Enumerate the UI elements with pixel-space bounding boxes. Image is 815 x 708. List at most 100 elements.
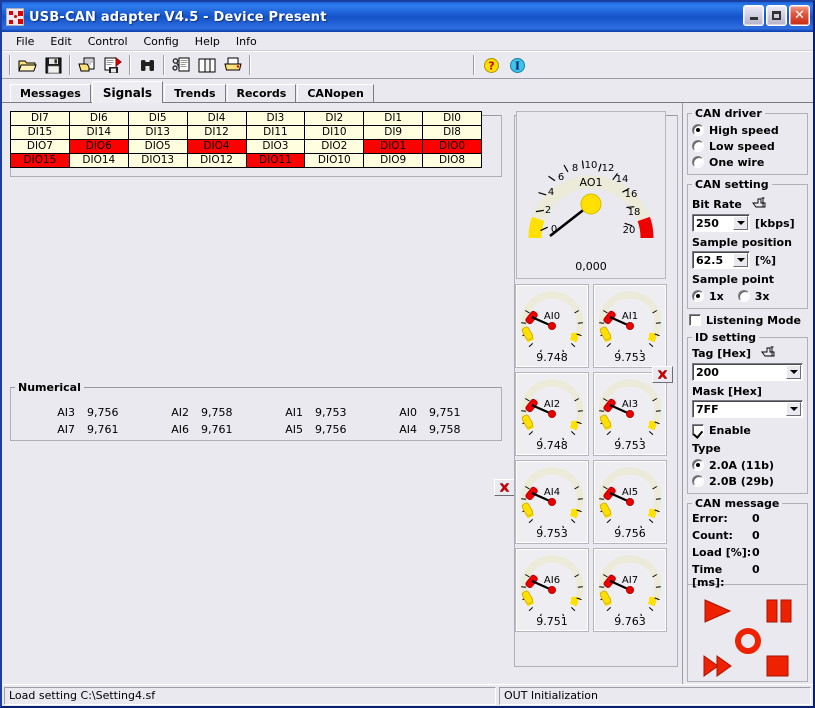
radio-one-wire[interactable]: One wire [692,154,803,170]
discrete-cell-DI3[interactable]: DI3 [246,112,306,126]
info-icon[interactable]: I [504,53,530,77]
sample-position-select[interactable]: 62.5 [692,251,750,269]
svg-text:AI2: AI2 [544,399,560,410]
radio-low-speed[interactable]: Low speed [692,138,803,154]
gauge-AI4[interactable]: AI4 9.753 [515,460,589,544]
discrete-cell-DI8[interactable]: DI8 [423,126,482,140]
radio-sample-3x[interactable]: 3x [737,288,770,304]
discrete-cell-DIO6[interactable]: DIO6 [69,140,129,154]
discrete-cell-DI0[interactable]: DI0 [423,112,482,126]
gauge-AI1[interactable]: AI1 9.753 [593,284,667,368]
discrete-cell-DIO8[interactable]: DIO8 [423,154,482,168]
discrete-cell-DI15[interactable]: DI15 [11,126,70,140]
close-button[interactable]: ✕ [789,5,810,26]
discrete-cell-DIO15[interactable]: DIO15 [11,154,70,168]
menu-file[interactable]: File [8,33,42,50]
config-tools-icon[interactable] [168,53,194,77]
print-icon[interactable] [220,53,246,77]
gauge-AI7[interactable]: AI7 9.763 [593,548,667,632]
print-preview-icon[interactable] [74,53,100,77]
discrete-cell-DIO9[interactable]: DIO9 [364,154,424,168]
discrete-cell-DI9[interactable]: DI9 [364,126,424,140]
svg-text:12: 12 [602,163,615,174]
menu-control[interactable]: Control [80,33,136,50]
tag-hex-select[interactable]: 200 [692,363,803,381]
svg-text:AI3: AI3 [622,399,638,410]
discrete-cell-DIO12[interactable]: DIO12 [187,154,247,168]
minimize-button[interactable] [743,5,764,26]
menu-info[interactable]: Info [228,33,265,50]
copy-pages-icon[interactable] [194,53,220,77]
discrete-cell-DIO10[interactable]: DIO10 [305,154,365,168]
discrete-cell-DI5[interactable]: DI5 [128,112,188,126]
discrete-cell-DI12[interactable]: DI12 [187,126,247,140]
numerical-label: AI6 [171,423,189,436]
bit-rate-label: Bit Rate [692,198,742,211]
discrete-cell-DIO2[interactable]: DIO2 [305,140,365,154]
window-title: USB-CAN adapter V4.5 - Device Present [29,9,327,25]
discrete-cell-DIO0[interactable]: DIO0 [423,140,482,154]
discrete-cell-DI13[interactable]: DI13 [128,126,188,140]
gauge-AI0[interactable]: AI0 9.748 [515,284,589,368]
chevron-down-icon[interactable] [733,216,748,230]
menu-config[interactable]: Config [136,33,187,50]
gauge-AI6[interactable]: AI6 9.751 [515,548,589,632]
tab-signals[interactable]: Signals [91,81,164,103]
gauge-AI3[interactable]: AI3 9.753 [593,372,667,456]
tab-messages[interactable]: Messages [10,84,91,102]
chevron-down-icon[interactable] [733,253,748,267]
radio-indicator-icon [692,459,704,471]
radio-type-20a-label: 2.0A (11b) [709,458,775,472]
discrete-cell-DIO13[interactable]: DIO13 [128,154,188,168]
play-button[interactable] [702,598,734,627]
radio-type-20b[interactable]: 2.0B (29b) [692,473,803,489]
discrete-cell-DIO5[interactable]: DIO5 [128,140,188,154]
discrete-cell-DI1[interactable]: DI1 [364,112,424,126]
pause-button[interactable] [763,598,795,627]
discrete-cell-DIO14[interactable]: DIO14 [69,154,129,168]
record-button[interactable] [734,628,762,657]
svg-text:I: I [514,59,519,72]
discrete-cell-DIO1[interactable]: DIO1 [364,140,424,154]
svg-text:6: 6 [558,172,564,183]
chevron-down-icon[interactable] [786,365,801,379]
menu-help[interactable]: Help [187,33,228,50]
stop-button[interactable] [764,654,792,681]
tab-records[interactable]: Records [226,84,297,102]
tab-trends[interactable]: Trends [164,84,226,102]
tab-canopen[interactable]: CANopen [297,84,374,102]
mask-hex-select[interactable]: 7FF [692,400,803,418]
fast-forward-button[interactable] [702,654,734,681]
radio-sample-1x[interactable]: 1x [692,288,724,304]
save-floppy-icon[interactable] [40,53,66,77]
discrete-cell-DI4[interactable]: DI4 [187,112,247,126]
discrete-cell-DIO4[interactable]: DIO4 [187,140,247,154]
discrete-cell-DI14[interactable]: DI14 [69,126,129,140]
bit-rate-select[interactable]: 250 [692,214,750,232]
radio-type-20a[interactable]: 2.0A (11b) [692,457,803,473]
help-question-icon[interactable]: ? [478,53,504,77]
discrete-cell-DI6[interactable]: DI6 [69,112,129,126]
open-folder-icon[interactable] [14,53,40,77]
menu-edit[interactable]: Edit [42,33,79,50]
maximize-button[interactable] [766,5,787,26]
discrete-cell-DI11[interactable]: DI11 [246,126,306,140]
checkbox-listening-mode[interactable]: Listening Mode [689,312,808,328]
gauge-AI2[interactable]: AI2 9.748 [515,372,589,456]
discrete-cell-DIO11[interactable]: DIO11 [246,154,306,168]
discrete-cell-DI2[interactable]: DI2 [305,112,365,126]
discrete-cell-DI10[interactable]: DI10 [305,126,365,140]
discrete-cell-DI7[interactable]: DI7 [11,112,70,126]
discrete-cell-DIO7[interactable]: DIO7 [11,140,70,154]
chevron-down-icon[interactable] [786,402,801,416]
save-report-icon[interactable] [100,53,126,77]
gauge-AO1[interactable]: 0 2 4 6 8 10 12 14 16 18 20 AO1 0,000 [516,111,666,279]
binoculars-find-icon[interactable] [134,53,160,77]
can-driver-legend: CAN driver [695,107,762,120]
discrete-cell-DIO3[interactable]: DIO3 [246,140,306,154]
checkbox-enable[interactable]: Enable [692,422,803,438]
close-analog-main-panel[interactable] [652,366,673,383]
enable-label: Enable [709,423,751,437]
gauge-AI5[interactable]: AI5 9.756 [593,460,667,544]
radio-high-speed[interactable]: High speed [692,122,803,138]
